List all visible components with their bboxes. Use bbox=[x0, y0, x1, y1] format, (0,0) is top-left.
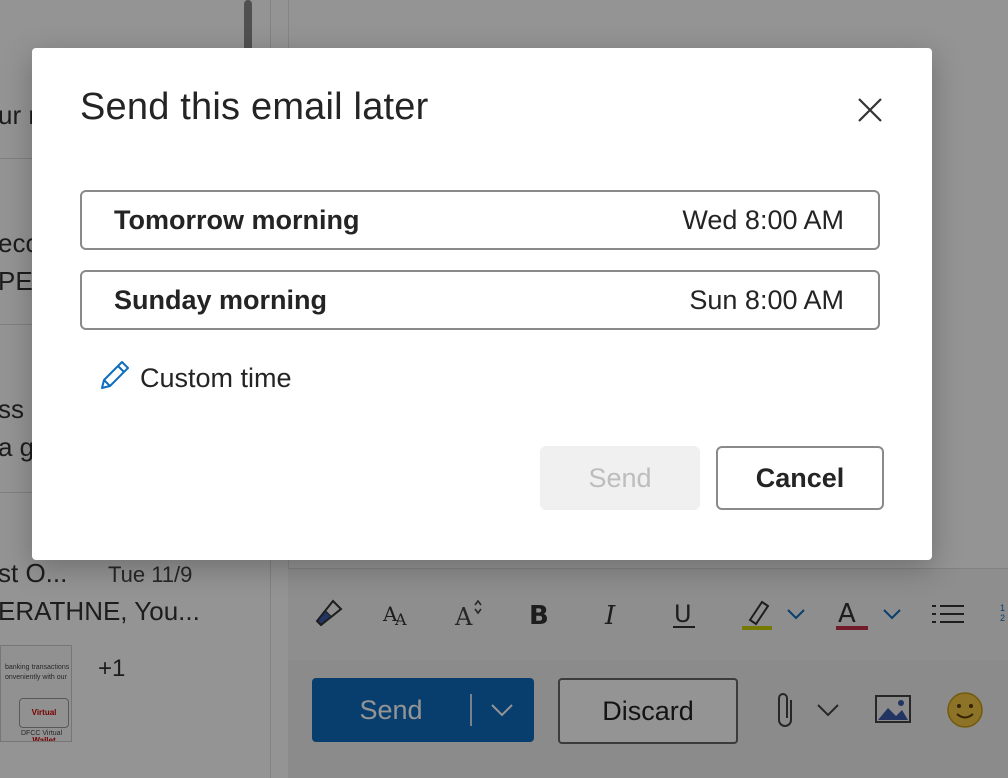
custom-time-label: Custom time bbox=[140, 363, 292, 393]
dialog-cancel-button[interactable]: Cancel bbox=[716, 446, 884, 510]
close-icon bbox=[856, 96, 884, 129]
send-later-dialog: Send this email later Tomorrow morning W… bbox=[32, 48, 932, 560]
pencil-icon bbox=[96, 358, 132, 399]
option-name: Sunday morning bbox=[114, 284, 328, 315]
custom-time-link[interactable]: Custom time bbox=[96, 358, 292, 399]
option-tomorrow-morning[interactable]: Tomorrow morning Wed 8:00 AM bbox=[80, 190, 880, 250]
option-sunday-morning[interactable]: Sunday morning Sun 8:00 AM bbox=[80, 270, 880, 330]
option-name: Tomorrow morning bbox=[114, 204, 360, 235]
option-time: Sun 8:00 AM bbox=[689, 284, 844, 315]
close-button[interactable] bbox=[850, 92, 890, 132]
dialog-title: Send this email later bbox=[80, 86, 429, 128]
option-time: Wed 8:00 AM bbox=[682, 204, 844, 235]
dialog-send-button[interactable]: Send bbox=[540, 446, 700, 510]
